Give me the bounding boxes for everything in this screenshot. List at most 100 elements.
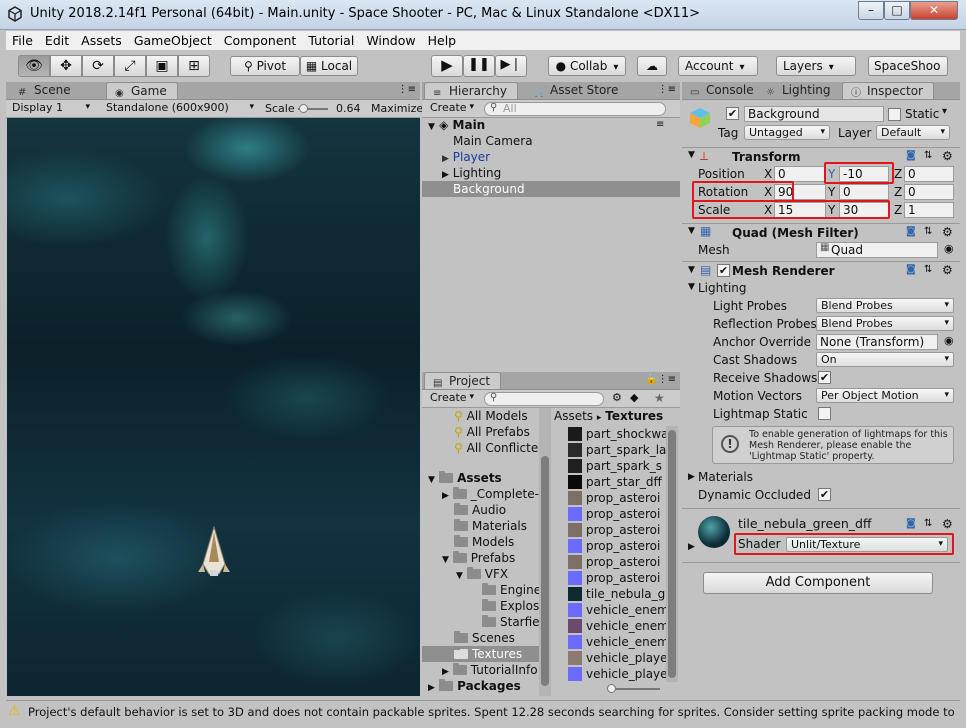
- folder-textures[interactable]: Textures: [422, 646, 539, 662]
- rect-tool-icon[interactable]: ▣: [146, 55, 178, 77]
- file-list-scrollbar[interactable]: [666, 426, 678, 682]
- resolution-dropdown[interactable]: Standalone (600x900): [102, 101, 258, 116]
- menu-help[interactable]: Help: [422, 31, 463, 50]
- close-button[interactable]: ✕: [910, 1, 958, 20]
- add-component-button[interactable]: Add Component: [703, 572, 933, 594]
- layers-dropdown[interactable]: Layers: [776, 56, 856, 76]
- folder-materials[interactable]: Materials: [454, 518, 527, 534]
- preset-icon[interactable]: ⇅: [924, 150, 932, 161]
- rotate-tool-icon[interactable]: ⟳: [82, 55, 114, 77]
- rotation-z-field[interactable]: 0: [904, 184, 954, 200]
- favorite-all-prefabs[interactable]: ⚲ All Prefabs: [454, 424, 530, 440]
- hierarchy-create-button[interactable]: Create: [426, 101, 478, 116]
- dynamic-occluded-checkbox[interactable]: ✔: [818, 488, 831, 501]
- preset-icon[interactable]: ⇅: [924, 226, 932, 237]
- move-tool-icon[interactable]: ✥: [50, 55, 82, 77]
- pause-button[interactable]: ❚❚: [463, 55, 495, 77]
- display-dropdown[interactable]: Display 1: [8, 101, 94, 116]
- project-file-item[interactable]: prop_asteroi: [568, 538, 660, 554]
- minimize-button[interactable]: –: [858, 1, 884, 20]
- project-file-item[interactable]: vehicle_playe: [568, 650, 666, 666]
- anchor-override-field[interactable]: None (Transform): [816, 334, 938, 350]
- gear-icon[interactable]: ⚙: [942, 517, 953, 531]
- lightmap-static-checkbox[interactable]: [818, 407, 831, 420]
- position-x-field[interactable]: 0: [774, 166, 826, 182]
- folder-models[interactable]: Models: [454, 534, 514, 550]
- scene-root[interactable]: ▼ ◈ Main ≡: [428, 117, 678, 133]
- project-file-item[interactable]: prop_asteroi: [568, 490, 660, 506]
- gear-icon[interactable]: ⚙: [942, 225, 953, 239]
- folder-vfx[interactable]: ▼ VFX: [456, 566, 508, 582]
- project-file-item[interactable]: prop_asteroi: [568, 522, 660, 538]
- icon-size-slider-knob[interactable]: [607, 684, 616, 693]
- tab-game[interactable]: ◉ Game: [106, 82, 178, 99]
- chevron-down-icon[interactable]: ▼: [688, 226, 695, 236]
- maximize-on-play-toggle[interactable]: Maximize: [371, 101, 423, 117]
- menu-assets[interactable]: Assets: [75, 31, 128, 50]
- mesh-field[interactable]: Quad: [816, 242, 938, 258]
- hierarchy-item-player[interactable]: ▶ Player: [442, 149, 490, 165]
- preset-icon[interactable]: ⇅: [924, 518, 932, 529]
- local-button[interactable]: ▦ Local: [300, 56, 358, 76]
- cast-shadows-dropdown[interactable]: On: [816, 352, 954, 367]
- project-file-item[interactable]: vehicle_enem: [568, 618, 666, 634]
- status-bar[interactable]: ⚠ Project's default behavior is set to 3…: [6, 700, 960, 724]
- menu-gameobject[interactable]: GameObject: [128, 31, 218, 50]
- object-name-field[interactable]: Background: [744, 106, 884, 122]
- breadcrumb-assets[interactable]: Assets: [554, 409, 593, 423]
- rotation-y-field[interactable]: 0: [839, 184, 889, 200]
- filter-by-label-icon[interactable]: ◆: [630, 391, 638, 404]
- scale-slider-knob[interactable]: [299, 104, 308, 113]
- folder-prefabs[interactable]: ▼ Prefabs: [442, 550, 515, 566]
- project-file-item[interactable]: prop_asteroi: [568, 506, 660, 522]
- folder-scenes[interactable]: Scenes: [454, 630, 515, 646]
- layout-dropdown[interactable]: SpaceShoo: [868, 56, 948, 76]
- layer-dropdown[interactable]: Default: [876, 125, 950, 140]
- active-checkbox[interactable]: ✔: [726, 107, 739, 120]
- maximize-button[interactable]: □: [884, 1, 910, 20]
- filter-by-type-icon[interactable]: ⚙: [612, 391, 622, 404]
- scale-tool-icon[interactable]: ⤢: [114, 55, 146, 77]
- scale-z-field[interactable]: 1: [904, 202, 954, 218]
- tab-asset-store[interactable]: 🛒 Asset Store: [526, 82, 628, 99]
- chevron-down-icon[interactable]: ▼: [688, 150, 695, 160]
- project-file-item[interactable]: part_spark_la: [568, 442, 666, 458]
- static-dropdown-icon[interactable]: ▾: [942, 106, 947, 117]
- collab-dropdown[interactable]: ● Collab: [548, 56, 626, 76]
- folder-packages[interactable]: ▶ Packages: [428, 678, 521, 694]
- object-picker-icon[interactable]: ◉: [944, 334, 954, 347]
- project-create-button[interactable]: Create: [426, 391, 478, 406]
- project-file-item[interactable]: prop_asteroi: [568, 554, 660, 570]
- project-file-item[interactable]: part_spark_s: [568, 458, 662, 474]
- mesh-renderer-enabled-checkbox[interactable]: ✔: [717, 264, 730, 277]
- static-checkbox[interactable]: [888, 108, 901, 121]
- hierarchy-item-background[interactable]: Background: [422, 181, 680, 197]
- tree-scrollbar-thumb[interactable]: [541, 456, 549, 686]
- folder-starfield[interactable]: Starfiel: [482, 614, 539, 630]
- tab-console[interactable]: ▭ Console: [682, 82, 764, 99]
- project-file-item[interactable]: vehicle_enem: [568, 634, 666, 650]
- folder-audio[interactable]: Audio: [454, 502, 506, 518]
- menu-edit[interactable]: Edit: [39, 31, 75, 50]
- favorite-all-models[interactable]: ⚲ All Models: [454, 408, 528, 424]
- panel-menu-icon[interactable]: ⋮≡: [398, 84, 416, 95]
- tab-hierarchy[interactable]: ≡ Hierarchy: [424, 82, 519, 99]
- icon-size-slider[interactable]: [610, 688, 660, 690]
- hierarchy-item-main-camera[interactable]: Main Camera: [453, 133, 533, 149]
- receive-shadows-checkbox[interactable]: ✔: [818, 371, 831, 384]
- folder-engines[interactable]: Engines: [482, 582, 539, 598]
- help-icon[interactable]: ◙: [906, 150, 916, 161]
- file-list-scrollbar-thumb[interactable]: [668, 430, 676, 678]
- help-icon[interactable]: ◙: [906, 518, 916, 529]
- folder-explosions[interactable]: Explosi: [482, 598, 539, 614]
- panel-menu-icon[interactable]: ⋮≡: [658, 84, 676, 95]
- game-view[interactable]: [7, 118, 420, 696]
- motion-vectors-dropdown[interactable]: Per Object Motion: [816, 388, 954, 403]
- project-file-item[interactable]: part_star_dff: [568, 474, 662, 490]
- tag-dropdown[interactable]: Untagged: [744, 125, 830, 140]
- tab-lighting[interactable]: ☼ Lighting: [758, 82, 841, 99]
- tab-project[interactable]: ▤ Project: [424, 372, 502, 389]
- pivot-button[interactable]: ⚲ Pivot: [230, 56, 300, 76]
- tab-inspector[interactable]: ⓘ Inspector: [842, 82, 934, 99]
- gear-icon[interactable]: ⚙: [942, 149, 953, 163]
